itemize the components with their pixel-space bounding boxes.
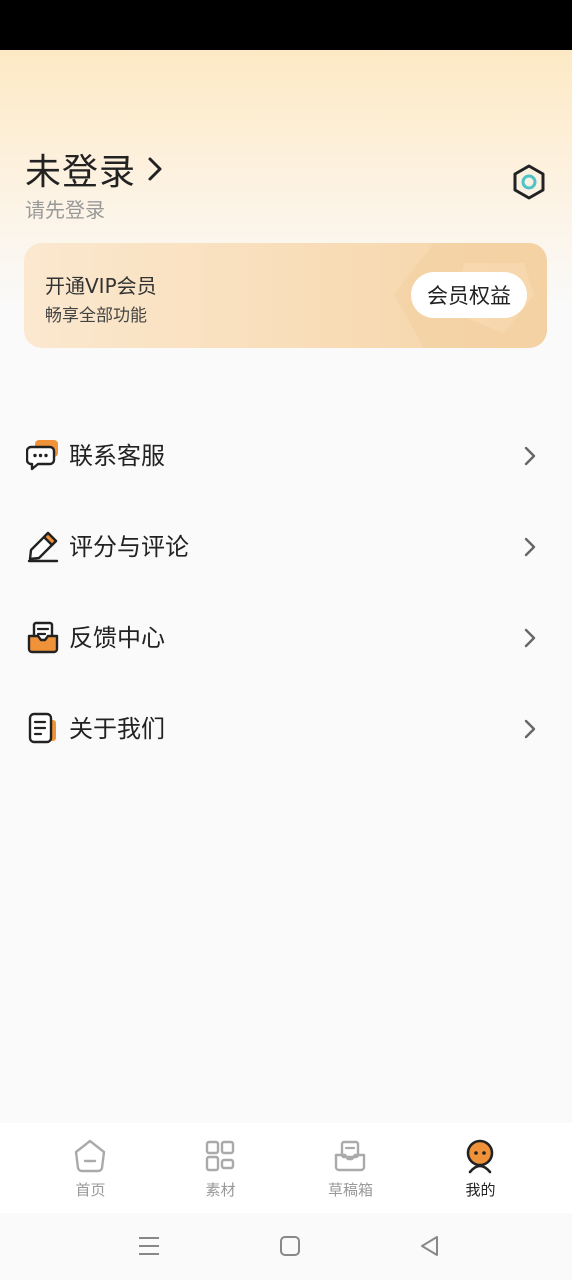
menu-item-contact-support[interactable]: 联系客服	[0, 416, 572, 496]
menu-item-label: 联系客服	[69, 442, 165, 470]
tab-home[interactable]: 首页	[19, 1123, 162, 1213]
tab-label: 首页	[75, 1181, 106, 1199]
login-title: 未登录	[25, 152, 137, 193]
inbox-icon	[27, 621, 59, 654]
menu-item-rate-review[interactable]: 评分与评论	[0, 507, 572, 587]
system-navigation-bar	[0, 1213, 572, 1280]
tab-materials[interactable]: 素材	[149, 1123, 292, 1213]
drafts-icon	[334, 1140, 366, 1172]
tab-label: 草稿箱	[327, 1181, 373, 1199]
chevron-right-icon	[524, 628, 536, 648]
vip-subtitle: 畅享全部功能	[45, 306, 147, 326]
vip-banner[interactable]: 开通VIP会员 畅享全部功能 会员权益	[24, 243, 547, 348]
tab-drafts[interactable]: 草稿箱	[279, 1123, 422, 1213]
menu-item-label: 反馈中心	[69, 624, 165, 652]
chevron-right-icon	[524, 537, 536, 557]
vip-title: 开通VIP会员	[45, 274, 157, 298]
document-icon	[28, 712, 56, 744]
profile-face-icon	[466, 1139, 494, 1174]
tab-label: 素材	[205, 1181, 236, 1199]
menu-item-about-us[interactable]: 关于我们	[0, 689, 572, 769]
menu-item-feedback[interactable]: 反馈中心	[0, 598, 572, 678]
chevron-right-icon	[524, 719, 536, 739]
chat-bubbles-icon	[26, 440, 58, 471]
chevron-right-icon	[524, 446, 536, 466]
back-triangle-icon[interactable]	[415, 1231, 445, 1261]
vip-benefits-button[interactable]: 会员权益	[411, 272, 527, 318]
bottom-tab-bar: 首页 素材 草稿箱 我的	[0, 1123, 572, 1213]
menu-lines-icon[interactable]	[134, 1231, 164, 1261]
pencil-icon	[27, 531, 59, 563]
tab-label: 我的	[465, 1181, 496, 1199]
menu-item-label: 关于我们	[69, 715, 165, 743]
home-icon	[74, 1139, 106, 1173]
login-prompt[interactable]: 未登录	[25, 145, 164, 193]
login-subtitle: 请先登录	[25, 198, 105, 222]
settings-hexagon-icon[interactable]	[510, 163, 548, 201]
home-square-icon[interactable]	[275, 1231, 305, 1261]
chevron-right-icon	[148, 157, 162, 181]
status-bar	[0, 0, 572, 50]
tab-mine[interactable]: 我的	[409, 1123, 552, 1213]
menu-item-label: 评分与评论	[69, 533, 189, 561]
grid-icon	[205, 1140, 235, 1172]
